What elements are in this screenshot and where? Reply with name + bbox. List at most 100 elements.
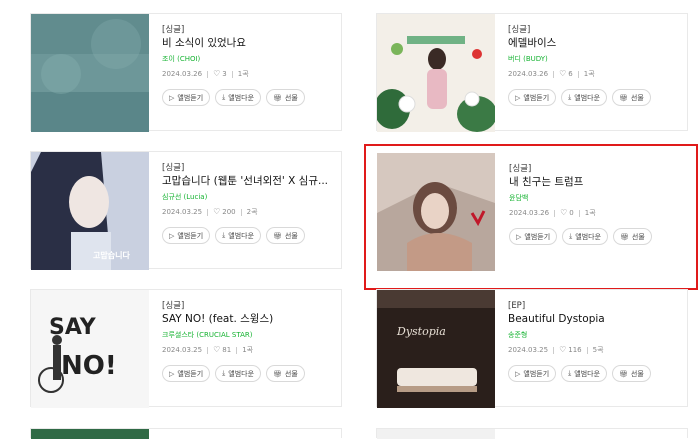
album-card[interactable]: Dystopia [EP] Beautiful Dystopia 송준형 202… <box>376 289 688 408</box>
divider <box>577 70 579 78</box>
album-meta: 2024.03.26 ♡ 3 1곡 <box>162 68 333 80</box>
heart-icon[interactable]: ♡ <box>213 68 220 80</box>
gift-icon: 🎁︎ <box>273 369 282 378</box>
album-card-highlighted[interactable]: [싱글] 내 친구는 트럼프 윤담백 2024.03.26 ♡ 0 1곡 ▷ 앨범… <box>364 144 698 290</box>
album-listen-button[interactable]: ▷ 앨범듣기 <box>508 365 557 382</box>
gift-button[interactable]: 🎁︎ 선물 <box>266 89 305 106</box>
album-title[interactable]: Beautiful Dystopia <box>508 312 679 327</box>
gift-icon: 🎁︎ <box>620 232 629 241</box>
divider <box>553 70 555 78</box>
download-icon: ⤓ <box>569 232 573 240</box>
svg-text:NO!: NO! <box>61 351 117 381</box>
heart-icon[interactable]: ♡ <box>559 344 566 356</box>
heart-icon[interactable]: ♡ <box>213 206 220 218</box>
like-count: 81 <box>222 346 232 354</box>
album-card[interactable]: [싱글] 비 소식이 있었나요 조이 (CHOI) 2024.03.26 ♡ 3… <box>30 13 342 132</box>
album-type: [싱글] <box>162 301 185 311</box>
album-listen-button[interactable]: ▷ 앨범듣기 <box>162 365 211 382</box>
heart-icon[interactable]: ♡ <box>560 207 567 219</box>
album-download-button[interactable]: ⤓ 앨범다운 <box>561 89 608 106</box>
heart-icon[interactable]: ♡ <box>213 344 220 356</box>
album-meta: 2024.03.25 ♡ 81 1곡 <box>162 344 333 356</box>
gift-icon: 🎁︎ <box>619 369 628 378</box>
album-artist[interactable]: 버디 (BUDY) <box>508 52 679 66</box>
track-count: 1곡 <box>237 70 249 78</box>
album-download-button[interactable]: ⤓ 앨범다운 <box>215 365 262 382</box>
gift-icon: 🎁︎ <box>619 93 628 102</box>
album-type: [싱글] <box>162 25 185 35</box>
divider <box>553 346 555 354</box>
download-icon: ⤓ <box>568 369 572 377</box>
divider <box>554 209 556 217</box>
divider <box>231 70 233 78</box>
release-date: 2024.03.25 <box>162 346 203 354</box>
divider <box>207 70 209 78</box>
divider <box>240 208 242 216</box>
gift-button[interactable]: 🎁︎ 선물 <box>266 365 305 382</box>
album-title[interactable]: 에델바이스 <box>508 36 679 51</box>
album-card[interactable]: SAY NO! [싱글] SAY NO! (feat. 스윙스) 크루셜스타 (… <box>30 289 342 408</box>
play-icon: ▷ <box>515 369 521 378</box>
play-icon: ▷ <box>516 232 522 241</box>
track-count: 5곡 <box>592 346 604 354</box>
like-count: 200 <box>222 208 236 216</box>
album-download-button[interactable]: ⤓ 앨범다운 <box>561 365 608 382</box>
album-artist[interactable]: 심규선 (Lucia) <box>162 190 333 204</box>
album-cover[interactable] <box>31 14 149 132</box>
album-type: [싱글] <box>508 25 531 35</box>
album-cover[interactable] <box>377 153 495 271</box>
album-title[interactable]: 내 친구는 트럼프 <box>509 175 688 190</box>
album-meta: 2024.03.25 ♡ 200 2곡 <box>162 206 333 218</box>
album-cover[interactable]: 고맙습니다 <box>31 152 149 270</box>
download-icon: ⤓ <box>222 231 226 239</box>
gift-button[interactable]: 🎁︎ 선물 <box>612 89 651 106</box>
heart-icon[interactable]: ♡ <box>559 68 566 80</box>
release-date: 2024.03.26 <box>508 70 549 78</box>
divider <box>236 346 238 354</box>
album-card[interactable]: [싱글] 에델바이스 버디 (BUDY) 2024.03.26 ♡ 6 1곡 ▷… <box>376 13 688 132</box>
like-count: 116 <box>568 346 582 354</box>
album-title[interactable]: 고맙습니다 (웹툰 '선녀외전' X 심규... <box>162 174 333 189</box>
track-count: 1곡 <box>583 70 595 78</box>
cover-text: 고맙습니다 <box>93 251 130 260</box>
album-listen-button[interactable]: ▷ 앨범듣기 <box>162 227 211 244</box>
release-date: 2024.03.25 <box>508 346 549 354</box>
play-icon: ▷ <box>515 93 521 102</box>
album-card-partial[interactable] <box>30 428 342 439</box>
track-count: 1곡 <box>242 346 254 354</box>
album-title[interactable]: SAY NO! (feat. 스윙스) <box>162 312 333 327</box>
divider <box>586 346 588 354</box>
download-icon: ⤓ <box>568 93 572 101</box>
album-artist[interactable]: 크루셜스타 (CRUCIAL STAR) <box>162 328 333 342</box>
album-cover[interactable]: SAY NO! <box>31 290 149 408</box>
gift-icon: 🎁︎ <box>273 93 282 102</box>
album-cover[interactable] <box>377 14 495 132</box>
album-download-button[interactable]: ⤓ 앨범다운 <box>215 227 262 244</box>
svg-text:Dystopia: Dystopia <box>396 325 446 338</box>
gift-button[interactable]: 🎁︎ 선물 <box>612 365 651 382</box>
album-cover[interactable]: Dystopia <box>377 290 495 408</box>
album-title[interactable]: 비 소식이 있었나요 <box>162 36 333 51</box>
play-icon: ▷ <box>169 93 175 102</box>
album-type: [싱글] <box>162 163 185 173</box>
album-meta: 2024.03.26 ♡ 6 1곡 <box>508 68 679 80</box>
album-listen-button[interactable]: ▷ 앨범듣기 <box>508 89 557 106</box>
album-listen-button[interactable]: ▷ 앨범듣기 <box>509 228 558 245</box>
album-card[interactable]: 고맙습니다 [싱글] 고맙습니다 (웹툰 '선녀외전' X 심규... 심규선 … <box>30 151 342 270</box>
divider <box>207 208 209 216</box>
gift-button[interactable]: 🎁︎ 선물 <box>266 227 305 244</box>
album-download-button[interactable]: ⤓ 앨범다운 <box>562 228 609 245</box>
album-download-button[interactable]: ⤓ 앨범다운 <box>215 89 262 106</box>
like-count: 6 <box>568 70 573 78</box>
gift-button[interactable]: 🎁︎ 선물 <box>613 228 652 245</box>
release-date: 2024.03.26 <box>509 209 550 217</box>
album-artist[interactable]: 윤담백 <box>509 191 688 205</box>
album-artist[interactable]: 송준형 <box>508 328 679 342</box>
gift-icon: 🎁︎ <box>273 231 282 240</box>
track-count: 2곡 <box>246 208 258 216</box>
download-icon: ⤓ <box>222 93 226 101</box>
album-listen-button[interactable]: ▷ 앨범듣기 <box>162 89 211 106</box>
album-artist[interactable]: 조이 (CHOI) <box>162 52 333 66</box>
divider <box>207 346 209 354</box>
album-card-partial[interactable] <box>376 428 688 439</box>
